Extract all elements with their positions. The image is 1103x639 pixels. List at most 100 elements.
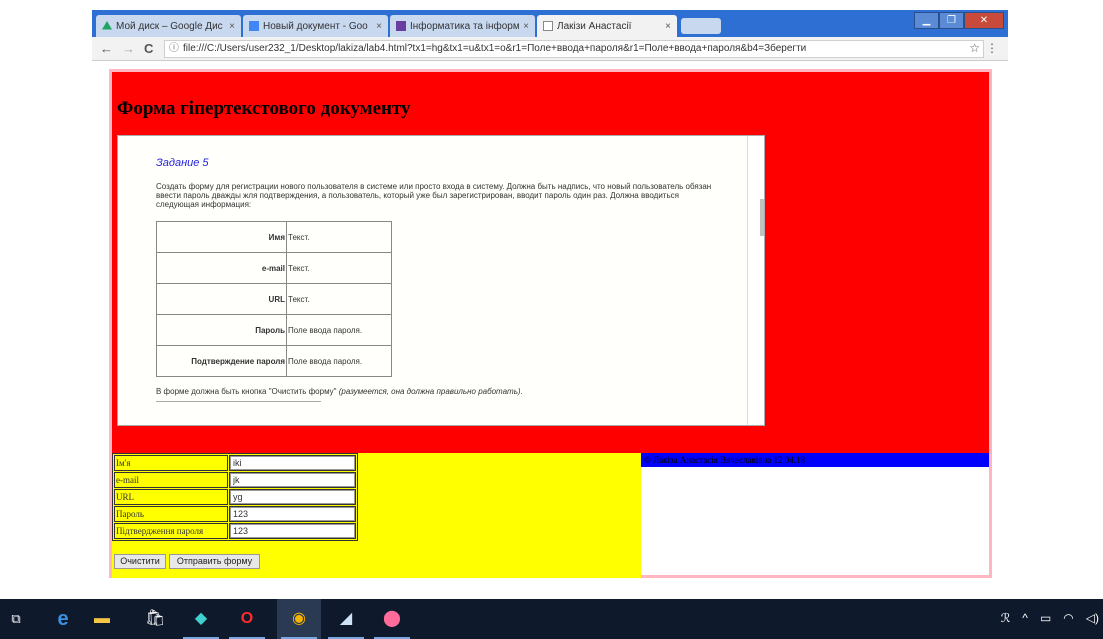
- tab-google-docs[interactable]: Новый документ - Goo ×: [243, 15, 388, 37]
- tab-label: Новый документ - Goo: [263, 20, 368, 32]
- back-icon[interactable]: ←: [100, 41, 113, 56]
- screen: Мой диск – Google Дис × Новый документ -…: [0, 0, 1103, 639]
- email-input[interactable]: [230, 473, 355, 487]
- field-type: Текст.: [286, 252, 392, 284]
- requirements-table: Имя Текст. e-mail Текст. URL Текст. Пароль П…: [156, 221, 392, 377]
- note-italic-text: (разумеется, она должна правильно работа…: [338, 387, 523, 396]
- form-row: Пароль: [114, 506, 356, 522]
- volume-icon[interactable]: ◁): [1086, 611, 1099, 625]
- new-tab-button[interactable]: [681, 18, 721, 34]
- system-tray: ℛ ^ ▭ ◠ ◁): [1001, 611, 1099, 625]
- app-icon[interactable]: ◆: [191, 609, 211, 629]
- scrollbar-thumb[interactable]: [760, 199, 764, 236]
- people-icon[interactable]: ℛ: [1001, 611, 1011, 625]
- table-row: Имя Текст.: [156, 221, 392, 253]
- form-label: Підтвердження пароля: [114, 523, 228, 539]
- wifi-icon[interactable]: ◠: [1063, 611, 1073, 625]
- field-type: Поле ввода пароля.: [286, 314, 392, 346]
- field-name: Подтверждение пароля: [156, 345, 287, 377]
- file-explorer-icon[interactable]: ▬: [92, 609, 112, 629]
- field-name: Пароль: [156, 314, 287, 346]
- page-icon: [543, 21, 553, 31]
- page-content: Форма гіпертекстового документу Задание …: [92, 61, 1008, 590]
- form-label: Ім'я: [114, 455, 228, 471]
- store-icon[interactable]: 🛍: [145, 609, 165, 629]
- registration-form: Ім'я e-mail URL Пароль Підтвердження пар…: [112, 453, 358, 541]
- form-cell: [229, 455, 356, 471]
- form-cell: [229, 506, 356, 522]
- field-name: URL: [156, 283, 287, 315]
- form-label: Пароль: [114, 506, 228, 522]
- battery-icon[interactable]: ▭: [1040, 611, 1051, 625]
- edge-icon[interactable]: e: [53, 609, 73, 629]
- forward-icon[interactable]: →: [122, 41, 135, 56]
- form-area: Ім'я e-mail URL Пароль Підтвердження пар…: [112, 453, 641, 578]
- task-view-icon[interactable]: ⧉: [6, 609, 26, 629]
- task-frame: Задание 5 Создать форму для регистрации …: [117, 135, 765, 426]
- maximize-button[interactable]: ❐: [939, 12, 964, 29]
- field-type: Текст.: [286, 283, 392, 315]
- taskbar: ⧉ e ▬ 🛍 ◆ O ◉ ◢ ⬤ ℛ ^ ▭ ◠ ◁): [0, 599, 1103, 639]
- header-area: Форма гіпертекстового документу Задание …: [112, 72, 989, 453]
- tab-label: Лакізи Анастасії: [557, 20, 632, 32]
- note-text: В форме должна быть кнопка "Очистить фор…: [156, 387, 337, 396]
- divider: [156, 401, 321, 402]
- tab-lakiza[interactable]: Лакізи Анастасії ×: [537, 15, 677, 37]
- form-row: e-mail: [114, 472, 356, 488]
- password-input[interactable]: [230, 507, 355, 521]
- reload-icon[interactable]: C: [144, 41, 153, 56]
- google-docs-icon: [249, 21, 259, 31]
- window-controls: ▁ ❐ ✕: [914, 12, 1004, 29]
- name-input[interactable]: [230, 456, 355, 470]
- chevron-up-icon[interactable]: ^: [1022, 611, 1028, 625]
- form-row: URL: [114, 489, 356, 505]
- bookmark-star-icon[interactable]: ☆: [969, 41, 980, 55]
- field-type: Поле ввода пароля.: [286, 345, 392, 377]
- tab-close-icon[interactable]: ×: [665, 21, 671, 32]
- address-bar[interactable]: ⓘ file:///C:/Users/user232_1/Desktop/laki…: [164, 40, 984, 58]
- tab-label: Інформатика та інформ: [410, 20, 520, 32]
- tab-google-drive[interactable]: Мой диск – Google Дис ×: [96, 15, 241, 37]
- table-row: e-mail Текст.: [156, 252, 392, 284]
- page-title: Форма гіпертекстового документу: [117, 98, 411, 119]
- confirm-password-input[interactable]: [230, 524, 355, 538]
- task-description: Создать форму для регистрации нового пол…: [156, 182, 712, 209]
- photos-icon[interactable]: ◢: [336, 609, 356, 629]
- form-cell: [229, 489, 356, 505]
- paint-icon[interactable]: ⬤: [382, 609, 402, 629]
- table-row: Подтверждение пароля Поле ввода пароля.: [156, 345, 392, 377]
- tab-label: Мой диск – Google Дис: [116, 20, 223, 32]
- close-window-button[interactable]: ✕: [964, 12, 1004, 29]
- address-text: file:///C:/Users/user232_1/Desktop/lakiz…: [183, 43, 807, 54]
- clear-button[interactable]: Очистити: [114, 554, 166, 569]
- form-cell: [229, 472, 356, 488]
- tab-close-icon[interactable]: ×: [523, 21, 529, 32]
- form-cell: [229, 523, 356, 539]
- browser-toolbar: ← → C ⓘ file:///C:/Users/user232_1/Deskto…: [92, 37, 1008, 61]
- tab-informatics[interactable]: Інформатика та інформ ×: [390, 15, 535, 37]
- page-frame: Форма гіпертекстового документу Задание …: [109, 69, 992, 578]
- tab-close-icon[interactable]: ×: [376, 21, 382, 32]
- frame-scrollbar[interactable]: [747, 136, 764, 425]
- field-name: Имя: [156, 221, 287, 253]
- field-type: Текст.: [286, 221, 392, 253]
- table-row: Пароль Поле ввода пароля.: [156, 314, 392, 346]
- google-drive-icon: [102, 21, 112, 30]
- submit-button[interactable]: Отправить форму: [169, 554, 260, 569]
- url-input[interactable]: [230, 490, 355, 504]
- form-row: Ім'я: [114, 455, 356, 471]
- site-icon: [396, 21, 406, 31]
- opera-icon[interactable]: O: [237, 609, 257, 629]
- tab-strip: Мой диск – Google Дис × Новый документ -…: [92, 10, 1008, 37]
- field-name: e-mail: [156, 252, 287, 284]
- task-note: В форме должна быть кнопка "Очистить фор…: [156, 387, 523, 396]
- tab-close-icon[interactable]: ×: [229, 21, 235, 32]
- footer-bar: © Лакіза Анастасія Вячеславівна 12.04.18: [641, 453, 989, 467]
- chrome-icon[interactable]: ◉: [289, 609, 309, 629]
- browser-menu-icon[interactable]: ⋮: [986, 41, 998, 55]
- browser-window: Мой диск – Google Дис × Новый документ -…: [92, 10, 1008, 590]
- form-row: Підтвердження пароля: [114, 523, 356, 539]
- minimize-button[interactable]: ▁: [914, 12, 939, 29]
- task-heading: Задание 5: [156, 157, 209, 169]
- info-icon[interactable]: ⓘ: [169, 43, 179, 54]
